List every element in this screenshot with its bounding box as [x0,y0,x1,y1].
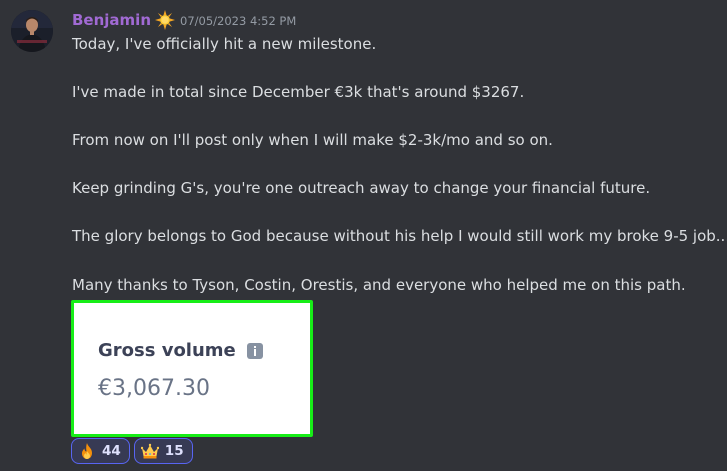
avatar-image [11,10,53,52]
reaction-count: 44 [102,443,121,459]
message-line: Keep grinding G's, you're one outreach a… [72,179,651,197]
message-line: Today, I've officially hit a new milesto… [72,35,377,53]
reaction-fire[interactable]: 44 [71,438,130,464]
gross-volume-title: Gross volume [98,340,236,361]
message-header: Benjamin 07/05/2023 4:52 PM [72,9,296,31]
message-timestamp: 07/05/2023 4:52 PM [180,14,297,28]
avatar[interactable] [11,10,53,52]
fire-icon [78,442,96,460]
image-attachment[interactable]: Gross volume €3,067.30 [71,300,313,437]
reaction-crown[interactable]: 15 [133,438,193,464]
sun-icon [155,10,175,30]
author-name[interactable]: Benjamin [72,11,151,29]
message-line: I've made in total since December €3k th… [72,83,525,101]
reactions-bar: 44 15 [71,438,193,464]
chat-message: Benjamin 07/05/2023 4:52 PM Today, I've … [0,0,727,471]
gross-volume-value: €3,067.30 [98,376,210,401]
reaction-count: 15 [164,443,184,459]
crown-icon [140,442,159,460]
info-icon [246,342,263,359]
message-line: The glory belongs to God because without… [72,227,727,245]
message-line: From now on I'll post only when I will m… [72,131,553,149]
message-line: Many thanks to Tyson, Costin, Orestis, a… [72,276,686,294]
gross-volume-header: Gross volume [98,340,263,361]
